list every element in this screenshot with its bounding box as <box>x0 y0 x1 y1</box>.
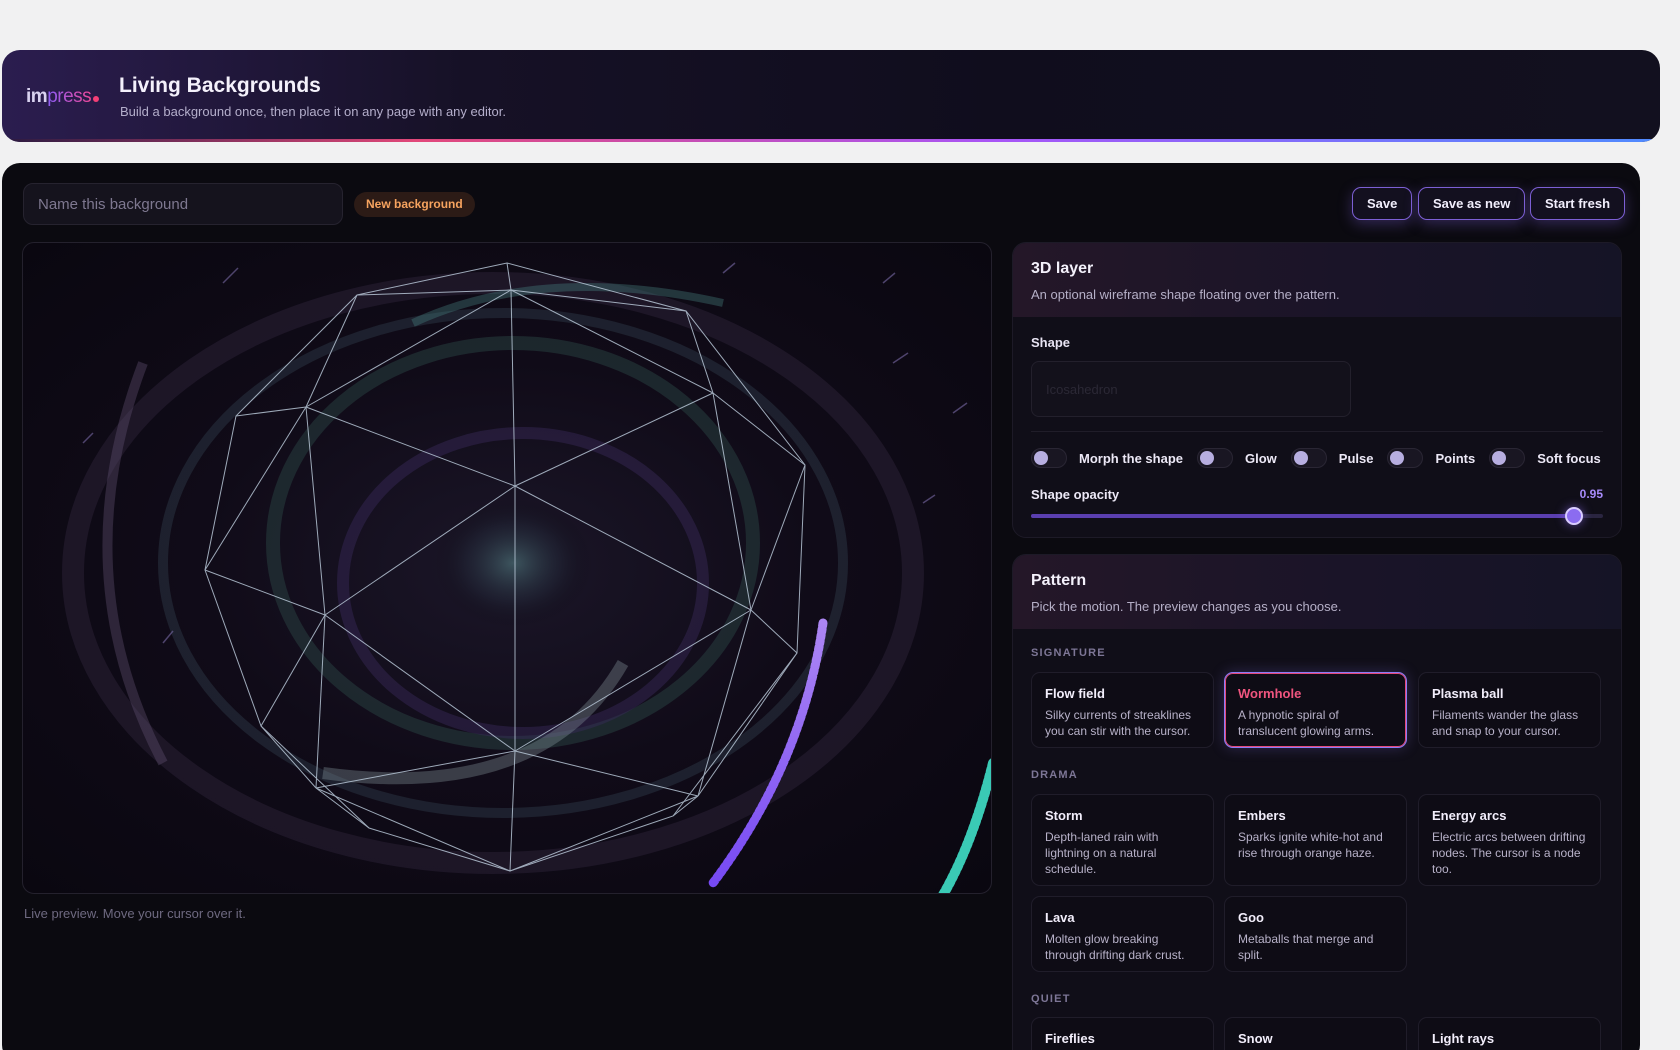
pattern-card-lava[interactable]: Lava Molten glow breaking through drifti… <box>1031 896 1214 972</box>
editor-card: New background Save Save as new Start fr… <box>2 163 1640 1050</box>
panel-divider <box>1031 431 1603 432</box>
switch-knob <box>1034 451 1048 465</box>
shape-toggles: Morph the shape Glow Pulse Points Soft f… <box>1031 448 1615 468</box>
status-badge: New background <box>354 192 475 217</box>
card-title: Storm <box>1045 808 1083 823</box>
card-title: Plasma ball <box>1432 686 1504 701</box>
shape-select[interactable]: Icosahedron <box>1031 361 1351 417</box>
card-desc: Filaments wander the glass and snap to y… <box>1432 708 1579 738</box>
switch-knob <box>1293 451 1308 465</box>
card-desc: A hypnotic spiral of translucent glowing… <box>1238 708 1375 738</box>
switch-knob <box>1200 451 1215 465</box>
toggle-label: Glow <box>1245 450 1277 466</box>
toggle-morph-the-shape[interactable]: Morph the shape <box>1031 448 1183 468</box>
live-preview-canvas[interactable] <box>22 242 992 894</box>
save-as-new-button[interactable]: Save as new <box>1418 187 1526 220</box>
card-title: Light rays <box>1432 1031 1495 1046</box>
3d-layer-panel-header: 3D layer An optional wireframe shape flo… <box>1013 243 1621 317</box>
background-name-input[interactable] <box>23 183 343 225</box>
3d-layer-subtitle: An optional wireframe shape floating ove… <box>1031 287 1340 302</box>
toggle-soft-focus[interactable]: Soft focus <box>1489 448 1601 468</box>
wormhole-core-glow <box>433 498 593 628</box>
logo-text-press: press <box>47 86 92 107</box>
card-desc: Electric arcs between drifting nodes. Th… <box>1432 830 1586 876</box>
3d-layer-title: 3D layer <box>1031 260 1094 277</box>
toggle-label: Soft focus <box>1537 450 1601 466</box>
page-title: Living Backgrounds <box>119 74 321 97</box>
toggle-points[interactable]: Points <box>1387 448 1475 468</box>
shape-label: Shape <box>1031 335 1071 350</box>
card-desc: Sparks ignite white-hot and rise through… <box>1238 830 1383 860</box>
pattern-title: Pattern <box>1031 572 1087 589</box>
logo-text-im: im <box>26 86 48 107</box>
switch-points[interactable] <box>1387 448 1424 468</box>
toggle-label: Pulse <box>1338 450 1374 466</box>
3d-layer-panel: 3D layer An optional wireframe shape flo… <box>1012 242 1622 538</box>
app-header: impress Living Backgrounds Build a backg… <box>2 50 1660 142</box>
pattern-card-fireflies[interactable]: Fireflies <box>1031 1017 1214 1050</box>
switch-pulse[interactable] <box>1290 448 1327 468</box>
pattern-card-storm[interactable]: Storm Depth-laned rain with lightning on… <box>1031 794 1214 886</box>
pattern-card-embers[interactable]: Embers Sparks ignite white-hot and rise … <box>1224 794 1407 886</box>
switch-morph-the-shape[interactable] <box>1031 448 1067 468</box>
switch-knob <box>1390 451 1405 465</box>
pattern-card-snow[interactable]: Snow <box>1224 1017 1407 1050</box>
pattern-card-plasma-ball[interactable]: Plasma ball Filaments wander the glass a… <box>1418 672 1601 748</box>
shape-opacity-label: Shape opacity <box>1031 487 1120 502</box>
card-title: Energy arcs <box>1432 808 1507 823</box>
card-title: Goo <box>1238 910 1264 925</box>
slider-fill <box>1031 514 1575 518</box>
shape-opacity-slider[interactable] <box>1031 507 1603 525</box>
toggle-label: Morph the shape <box>1079 450 1184 466</box>
start-fresh-button[interactable]: Start fresh <box>1530 187 1626 220</box>
card-title: Embers <box>1238 808 1286 823</box>
toggle-pulse[interactable]: Pulse <box>1290 448 1374 468</box>
group-label-signature: SIGNATURE <box>1031 647 1106 659</box>
pattern-card-light-rays[interactable]: Light rays <box>1418 1017 1601 1050</box>
card-desc: Molten glow breaking through drifting da… <box>1045 932 1185 962</box>
impress-logo[interactable]: impress <box>26 86 100 108</box>
logo-dot-icon <box>93 96 100 102</box>
header-gradient-divider <box>2 139 1660 142</box>
pattern-panel-header: Pattern Pick the motion. The preview cha… <box>1013 555 1621 629</box>
pattern-panel: Pattern Pick the motion. The preview cha… <box>1012 554 1622 1050</box>
group-label-quiet: QUIET <box>1031 993 1071 1005</box>
card-title: Flow field <box>1045 686 1105 701</box>
card-title: Snow <box>1238 1031 1273 1046</box>
pattern-subtitle: Pick the motion. The preview changes as … <box>1031 599 1342 614</box>
save-button[interactable]: Save <box>1352 187 1413 220</box>
slider-thumb[interactable] <box>1565 507 1584 525</box>
card-title: Fireflies <box>1045 1031 1095 1046</box>
switch-soft-focus[interactable] <box>1489 448 1526 468</box>
card-desc: Metaballs that merge and split. <box>1238 932 1374 962</box>
pattern-card-goo[interactable]: Goo Metaballs that merge and split. <box>1224 896 1407 972</box>
page-subtitle: Build a background once, then place it o… <box>120 104 506 119</box>
pattern-card-flow-field[interactable]: Flow field Silky currents of streaklines… <box>1031 672 1214 748</box>
card-title: Wormhole <box>1238 686 1302 701</box>
card-desc: Silky currents of streaklines you can st… <box>1045 708 1192 738</box>
toggle-label: Points <box>1435 450 1476 466</box>
pattern-card-wormhole[interactable]: Wormhole A hypnotic spiral of translucen… <box>1224 672 1407 748</box>
switch-knob <box>1492 451 1507 465</box>
card-title: Lava <box>1045 910 1075 925</box>
card-desc: Depth-laned rain with lightning on a nat… <box>1045 830 1159 876</box>
switch-glow[interactable] <box>1197 448 1234 468</box>
shape-opacity-value: 0.95 <box>1579 487 1603 501</box>
pattern-card-energy-arcs[interactable]: Energy arcs Electric arcs between drifti… <box>1418 794 1601 886</box>
wormhole-preview-graphic <box>62 262 991 893</box>
group-label-drama: DRAMA <box>1031 769 1078 781</box>
preview-caption: Live preview. Move your cursor over it. <box>24 906 246 921</box>
toggle-glow[interactable]: Glow <box>1197 448 1277 468</box>
